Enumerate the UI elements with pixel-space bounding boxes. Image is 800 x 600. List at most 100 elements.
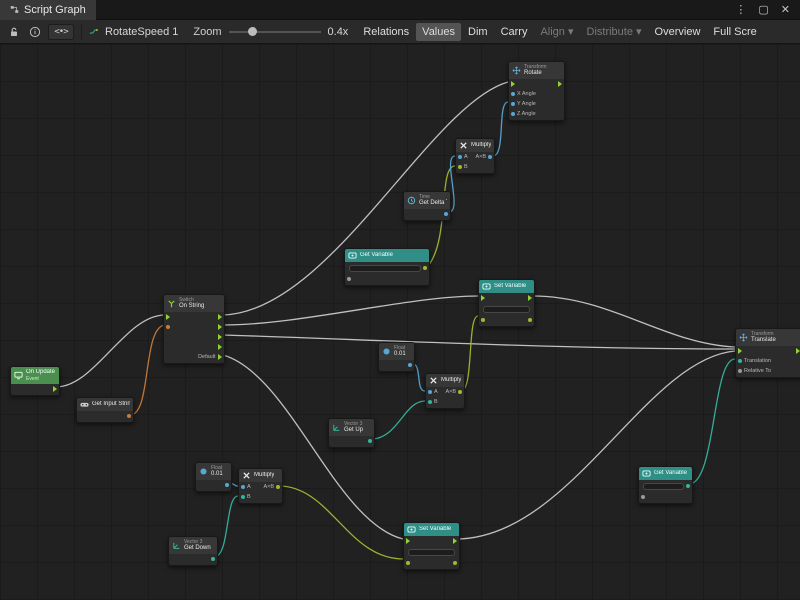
node-multiply-2[interactable]: MultiplyAA×BB — [238, 468, 283, 504]
value-port-out[interactable] — [127, 414, 131, 418]
node-set-variable-2[interactable]: Set Variable — [403, 522, 460, 570]
flow-port-out[interactable] — [218, 344, 223, 350]
node-title: Translate — [751, 337, 776, 344]
value-port-out[interactable] — [225, 483, 229, 487]
value-port-out[interactable] — [276, 485, 280, 489]
variable-name-dropdown[interactable] — [483, 306, 530, 313]
value-port-out[interactable] — [444, 212, 448, 216]
graph-name[interactable]: RotateSpeed 1 — [105, 26, 178, 38]
zoom-slider-handle[interactable] — [248, 27, 257, 36]
zoom-slider[interactable] — [229, 25, 321, 39]
value-port-in[interactable] — [511, 112, 515, 116]
flow-port-in[interactable] — [738, 348, 743, 354]
node-title: 0.01 — [394, 351, 406, 358]
value-port-in[interactable] — [458, 165, 462, 169]
value-port-in[interactable] — [511, 102, 515, 106]
value-port-out[interactable] — [528, 318, 532, 322]
value-port-out[interactable] — [453, 561, 457, 565]
node-get-variable-2[interactable]: Get Variable — [638, 466, 693, 504]
flow-port-out[interactable] — [558, 81, 563, 87]
row-right — [558, 81, 563, 87]
variable-name-dropdown[interactable] — [643, 483, 684, 490]
flow-port-in[interactable] — [166, 314, 171, 320]
node-row — [479, 315, 534, 325]
node-on-update[interactable]: On UpdateEvent — [10, 366, 60, 396]
node-header: Vector 3Get Down — [169, 537, 217, 554]
node-row: Default — [164, 352, 224, 362]
flow-port-out[interactable] — [453, 538, 458, 544]
flow-port-out[interactable] — [53, 386, 58, 392]
graph-canvas[interactable]: On UpdateEvent Get Input Strin SwitchOn St… — [0, 44, 800, 600]
value-port-out[interactable] — [423, 266, 427, 270]
node-set-variable-1[interactable]: Set Variable — [478, 279, 535, 327]
flow-port-out[interactable] — [796, 348, 800, 354]
row-left: A — [428, 389, 438, 395]
value-port-out[interactable] — [408, 363, 412, 367]
node-translate[interactable]: TransformTranslateTranslationRelative To — [735, 328, 800, 378]
variable-name-dropdown[interactable] — [408, 549, 455, 556]
value-port-in[interactable] — [481, 318, 485, 322]
value-port-out[interactable] — [368, 439, 372, 443]
node-get-variable-1[interactable]: Get Variable — [344, 248, 430, 286]
overview-button[interactable]: Overview — [649, 23, 707, 41]
values-button[interactable]: Values — [416, 23, 461, 41]
value-port-in[interactable] — [428, 390, 432, 394]
align-button[interactable]: Align ▾ — [534, 22, 579, 41]
flow-port-out[interactable] — [218, 334, 223, 340]
node-row — [196, 480, 231, 490]
value-port-in[interactable] — [511, 92, 515, 96]
relations-button[interactable]: Relations — [357, 23, 415, 41]
value-port-out[interactable] — [686, 484, 690, 488]
flow-port-in[interactable] — [406, 538, 411, 544]
node-switch-on-string[interactable]: SwitchOn String Default — [163, 294, 225, 364]
node-float-2[interactable]: Float0.01 — [195, 462, 232, 492]
flow-port-in[interactable] — [481, 295, 486, 301]
flow-port-out[interactable] — [218, 324, 223, 330]
value-port-out[interactable] — [458, 390, 462, 394]
node-row: B — [239, 492, 282, 502]
flow-port-out[interactable] — [528, 295, 533, 301]
node-get-delta-time[interactable]: TimeGet Delta Time — [403, 191, 451, 221]
flow-port-out[interactable] — [218, 314, 223, 320]
value-port-out[interactable] — [488, 155, 492, 159]
node-get-input-string[interactable]: Get Input Strin — [76, 397, 134, 423]
node-header-text: SwitchOn String — [179, 297, 204, 310]
value-port-in[interactable] — [347, 277, 351, 281]
node-rotate[interactable]: TransformRotateX AngleY AngleZ Angle — [508, 61, 565, 121]
value-port-in[interactable] — [241, 495, 245, 499]
value-port-in[interactable] — [458, 155, 462, 159]
close-icon[interactable]: ✕ — [781, 3, 790, 16]
lock-icon[interactable] — [6, 24, 22, 40]
flow-port-in[interactable] — [511, 81, 516, 87]
value-port-in[interactable] — [738, 369, 742, 373]
row-left: X Angle — [511, 91, 536, 97]
code-icon[interactable]: <•> — [48, 24, 74, 40]
value-port-in[interactable] — [641, 495, 645, 499]
info-icon[interactable] — [27, 24, 43, 40]
node-row: AA×B — [456, 152, 494, 162]
node-row — [164, 312, 224, 322]
node-multiply-1[interactable]: MultiplyAA×BB — [425, 373, 465, 409]
value-port-in[interactable] — [241, 485, 245, 489]
value-port-in[interactable] — [166, 325, 170, 329]
window-menu-icon[interactable]: ⋮ — [735, 3, 746, 16]
variable-name-dropdown[interactable] — [349, 265, 421, 272]
distribute-button[interactable]: Distribute ▾ — [581, 22, 648, 41]
zoom-slider-track[interactable] — [229, 31, 321, 33]
flow-port-out[interactable] — [218, 354, 223, 360]
value-port-in[interactable] — [428, 400, 432, 404]
row-left — [406, 538, 411, 544]
maximize-icon[interactable]: ▢ — [758, 3, 768, 16]
row-right — [444, 212, 448, 216]
node-float-1[interactable]: Float0.01 — [378, 342, 415, 372]
dim-button[interactable]: Dim — [462, 23, 494, 41]
value-port-in[interactable] — [738, 359, 742, 363]
tab-script-graph[interactable]: Script Graph — [0, 0, 96, 20]
carry-button[interactable]: Carry — [495, 23, 534, 41]
value-port-in[interactable] — [406, 561, 410, 565]
node-get-up[interactable]: Vector 3Get Up — [328, 418, 375, 448]
fullscreen-button[interactable]: Full Scre — [707, 23, 762, 41]
node-multiply-0[interactable]: MultiplyAA×BB — [455, 138, 495, 174]
value-port-out[interactable] — [211, 557, 215, 561]
node-get-down[interactable]: Vector 3Get Down — [168, 536, 218, 566]
